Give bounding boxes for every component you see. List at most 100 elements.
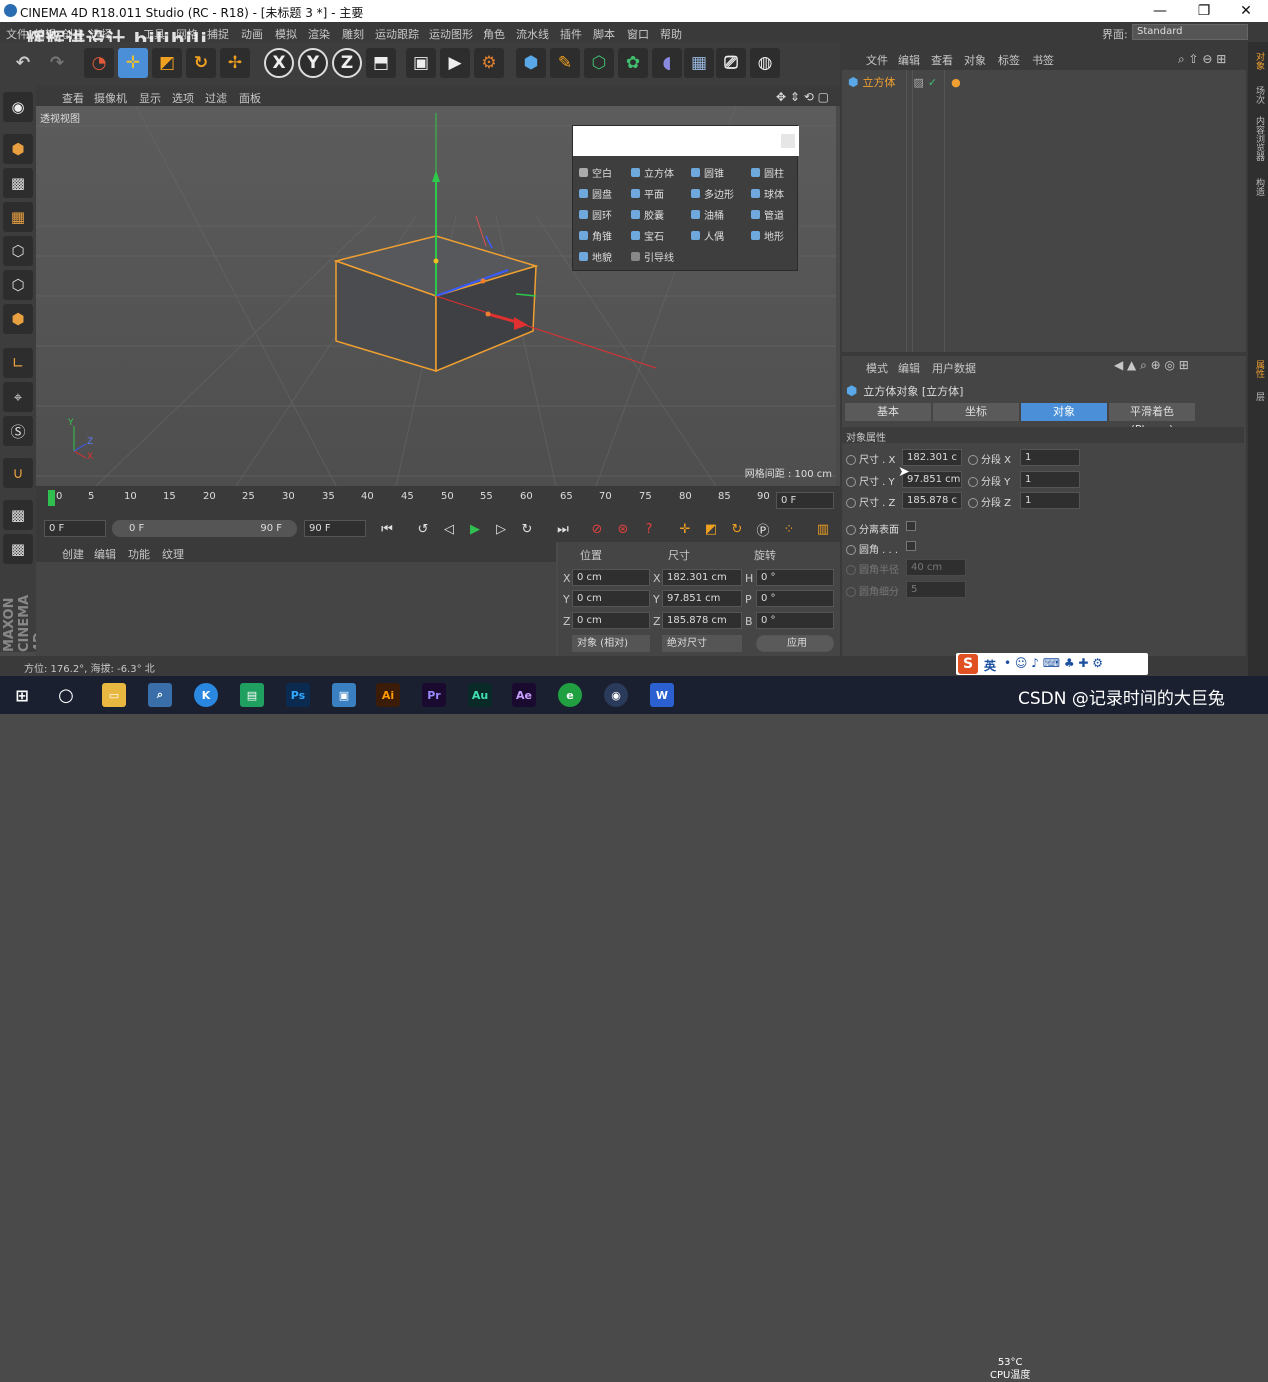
- playhead[interactable]: [48, 490, 55, 506]
- model-mode-icon[interactable]: ⬢: [3, 134, 33, 164]
- popup-item-figure[interactable]: 人偶: [691, 225, 724, 245]
- make-editable-icon[interactable]: ◉: [3, 92, 33, 122]
- animate-radio-icon[interactable]: [968, 477, 978, 487]
- windows-start-icon[interactable]: ⊞: [10, 683, 34, 707]
- undo-icon[interactable]: ↶: [8, 48, 38, 78]
- popup-item-torus[interactable]: 圆环: [579, 204, 612, 224]
- popup-item-null[interactable]: 空白: [579, 162, 612, 182]
- side-tab-takes[interactable]: 场次: [1250, 86, 1266, 104]
- search-icon[interactable]: ○: [54, 683, 78, 707]
- rotation-p-field[interactable]: 0 °: [756, 590, 834, 607]
- animate-radio-icon[interactable]: [846, 477, 856, 487]
- render-settings-icon[interactable]: ⚙: [474, 48, 504, 78]
- animate-radio-icon[interactable]: [846, 545, 856, 555]
- go-to-start-icon[interactable]: ⏮: [376, 519, 398, 539]
- planar-workplane-icon[interactable]: ▩: [3, 534, 33, 564]
- tab-object[interactable]: 对象: [1021, 403, 1107, 421]
- fillet-checkbox[interactable]: [906, 541, 916, 551]
- live-selection-icon[interactable]: ◔: [84, 48, 114, 78]
- menu-simulate[interactable]: 模拟: [275, 26, 297, 42]
- premiere-icon[interactable]: Pr: [422, 683, 446, 707]
- rotate-icon[interactable]: ↻: [186, 48, 216, 78]
- menu-window[interactable]: 窗口: [627, 26, 649, 42]
- rotation-b-field[interactable]: 0 °: [756, 612, 834, 629]
- popup-item-sphere[interactable]: 球体: [751, 183, 784, 203]
- next-frame-icon[interactable]: ▷: [490, 519, 512, 539]
- popup-item-cylinder[interactable]: 圆柱: [751, 162, 784, 182]
- render-view-icon[interactable]: ▣: [406, 48, 436, 78]
- side-tab-layers[interactable]: 层: [1250, 392, 1266, 401]
- animate-radio-icon[interactable]: [846, 525, 856, 535]
- z-axis-lock-button[interactable]: Z: [332, 48, 362, 78]
- object-menu-view[interactable]: 查看: [931, 52, 953, 68]
- play-icon[interactable]: ▶: [464, 519, 486, 539]
- viewport-nav-icons[interactable]: ✥ ⇕ ⟲ ▢: [776, 90, 829, 104]
- after-effects-icon[interactable]: Ae: [512, 683, 536, 707]
- record-active-icon[interactable]: ⊘: [586, 519, 608, 539]
- magnet-icon[interactable]: ∪: [3, 458, 33, 488]
- start-frame-field[interactable]: 0 F: [44, 520, 106, 537]
- popup-item-relief[interactable]: 地貌: [579, 246, 612, 266]
- attr-seg-z-field[interactable]: 1: [1020, 492, 1080, 509]
- position-z-field[interactable]: 0 cm: [572, 612, 650, 629]
- material-menu-function[interactable]: 功能: [128, 546, 150, 562]
- popup-item-platonic[interactable]: 宝石: [631, 225, 664, 245]
- layout-select[interactable]: Standard: [1132, 24, 1248, 40]
- timeline-ruler[interactable]: 0 5 10 15 20 25 30 35 40 45 50 55 60 65 …: [36, 486, 840, 516]
- position-x-field[interactable]: 0 cm: [572, 569, 650, 586]
- popup-item-oil-tank[interactable]: 油桶: [691, 204, 724, 224]
- object-menu-edit[interactable]: 编辑: [898, 52, 920, 68]
- tab-coordinates[interactable]: 坐标: [933, 403, 1019, 421]
- move-icon[interactable]: ✛: [118, 48, 148, 78]
- menu-file[interactable]: 文件: [6, 26, 28, 42]
- close-button[interactable]: ✕: [1226, 1, 1266, 21]
- pen-spline-icon[interactable]: ✎: [550, 48, 580, 78]
- ime-tool-icons[interactable]: • ☺ ♪ ⌨ ♣ ✚ ⚙: [1004, 656, 1103, 670]
- magnifier-app-icon[interactable]: ⌕: [148, 683, 172, 707]
- attr-menu-mode[interactable]: 模式: [866, 360, 888, 376]
- end-frame-field[interactable]: 90 F: [304, 520, 366, 537]
- deformer-icon[interactable]: ◖: [652, 48, 682, 78]
- points-mode-icon[interactable]: ⬡: [3, 236, 33, 266]
- light-icon[interactable]: ◍: [750, 48, 780, 78]
- camera-icon[interactable]: ⎚: [716, 48, 746, 78]
- menu-pipeline[interactable]: 流水线: [516, 26, 549, 42]
- wps-icon[interactable]: W: [650, 683, 674, 707]
- restore-button[interactable]: ❐: [1184, 1, 1224, 21]
- key-parameter-icon[interactable]: Ⓟ: [752, 519, 774, 539]
- frame-range-slider[interactable]: 0 F 90 F: [112, 520, 297, 537]
- cube-primitive-icon[interactable]: ⬢: [516, 48, 546, 78]
- audition-icon[interactable]: Au: [468, 683, 492, 707]
- attr-size-x-field[interactable]: 182.301 c: [902, 449, 962, 466]
- side-tab-content-browser[interactable]: 内容浏览器: [1250, 116, 1266, 161]
- position-y-field[interactable]: 0 cm: [572, 590, 650, 607]
- rotation-h-field[interactable]: 0 °: [756, 569, 834, 586]
- previous-key-icon[interactable]: ↺: [412, 519, 434, 539]
- cloner-icon[interactable]: ✿: [618, 48, 648, 78]
- side-tab-structure[interactable]: 构造: [1250, 178, 1266, 196]
- cinema4d-taskbar-icon[interactable]: ◉: [604, 683, 628, 707]
- go-to-end-icon[interactable]: ⏭: [552, 519, 574, 539]
- tag-icon[interactable]: ●: [951, 76, 961, 89]
- attr-seg-x-field[interactable]: 1: [1020, 449, 1080, 466]
- size-z-field[interactable]: 185.878 cm: [662, 612, 742, 629]
- edges-mode-icon[interactable]: ⬡: [3, 270, 33, 300]
- popup-item-landscape[interactable]: 地形: [751, 225, 784, 245]
- object-name[interactable]: 立方体: [862, 74, 895, 90]
- viewport-menu-panel[interactable]: 面板: [239, 90, 261, 106]
- viewport-menu-filter[interactable]: 过滤: [205, 90, 227, 106]
- popup-close-icon[interactable]: [781, 134, 795, 148]
- file-explorer-icon[interactable]: ▭: [102, 683, 126, 707]
- browser-360-icon[interactable]: e: [558, 683, 582, 707]
- object-menu-tags[interactable]: 标签: [998, 52, 1020, 68]
- apply-button[interactable]: 应用: [756, 635, 834, 652]
- keyframe-selection-icon[interactable]: ?: [638, 519, 660, 539]
- render-to-picture-viewer-icon[interactable]: ▶: [440, 48, 470, 78]
- size-y-field[interactable]: 97.851 cm: [662, 590, 742, 607]
- enabled-check-icon[interactable]: ✓: [928, 76, 937, 89]
- material-menu-edit[interactable]: 编辑: [94, 546, 116, 562]
- popup-item-cone[interactable]: 圆锥: [691, 162, 724, 182]
- object-manager-tool-icons[interactable]: ⌕ ⇧ ⊖ ⊞: [1178, 52, 1226, 67]
- side-tab-attributes[interactable]: 属性: [1250, 360, 1266, 378]
- attr-nav-icons[interactable]: ◀ ▲ ⌕ ⊕ ◎ ⊞: [1114, 358, 1189, 373]
